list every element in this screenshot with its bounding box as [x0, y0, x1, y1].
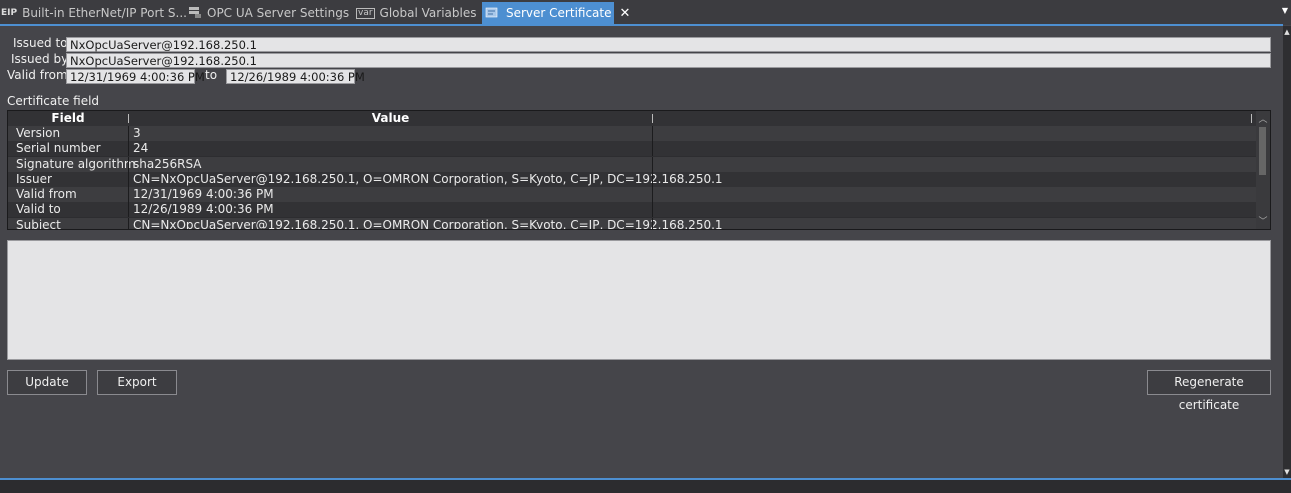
certificate-detail-box[interactable]: [7, 240, 1271, 360]
tab-label: Global Variables: [379, 6, 477, 20]
cell-value: CN=NxOpcUaServer@192.168.250.1, O=OMRON …: [133, 172, 723, 186]
certificate-field-label: Certificate field: [7, 94, 100, 108]
issued-to-label: Issued to: [13, 36, 68, 50]
cell-field: Subject: [16, 218, 61, 230]
tab-underline: [0, 24, 1283, 26]
column-header-field[interactable]: Field: [8, 111, 128, 126]
column-header-value[interactable]: Value: [129, 111, 652, 126]
table-row[interactable]: Version 3: [8, 126, 1256, 141]
grid-scrollbar[interactable]: ︿ ﹀: [1256, 111, 1270, 229]
tab-label: Server Certificate: [506, 6, 612, 20]
table-row[interactable]: Issuer CN=NxOpcUaServer@192.168.250.1, O…: [8, 172, 1256, 187]
cell-field: Version: [16, 126, 61, 140]
scrollbar-thumb[interactable]: [1259, 127, 1266, 175]
cell-field: Serial number: [16, 141, 101, 155]
issued-by-label: Issued by: [11, 52, 69, 66]
regenerate-certificate-button[interactable]: Regenerate certificate: [1147, 370, 1271, 412]
scroll-up-icon[interactable]: ▲: [1283, 28, 1291, 36]
cell-value: CN=NxOpcUaServer@192.168.250.1, O=OMRON …: [133, 218, 723, 230]
export-button[interactable]: Export: [97, 370, 177, 395]
window-scrollbar[interactable]: ▲ ▼: [1283, 26, 1291, 478]
valid-to-field[interactable]: 12/26/1989 4:00:36 PM: [226, 69, 365, 84]
table-row[interactable]: Valid to 12/26/1989 4:00:36 PM: [8, 202, 1256, 217]
tab-overflow-chevron-icon[interactable]: ▼: [1282, 6, 1288, 15]
var-icon: var: [356, 7, 375, 19]
opc-server-icon: [188, 6, 202, 21]
valid-from-field[interactable]: 12/31/1969 4:00:36 PM: [66, 69, 205, 84]
certificate-field-grid[interactable]: Field Value Version 3 Serial number 24 S…: [7, 110, 1271, 230]
issued-by-field[interactable]: NxOpcUaServer@192.168.250.1: [66, 53, 1271, 68]
valid-from-label: Valid from: [7, 68, 68, 82]
table-row[interactable]: Valid from 12/31/1969 4:00:36 PM: [8, 187, 1256, 202]
ethernet-ip-icon: EIP: [1, 8, 18, 18]
scroll-down-icon[interactable]: ▼: [1283, 468, 1291, 476]
tab-global-variables[interactable]: var Global Variables: [356, 2, 476, 24]
cell-field: Signature algorithm: [16, 157, 136, 171]
scroll-up-icon[interactable]: ︿: [1256, 112, 1270, 125]
cell-value: 3: [133, 126, 141, 140]
cell-field: Issuer: [16, 172, 52, 186]
cell-value: sha256RSA: [133, 157, 202, 171]
certificate-icon: [485, 6, 501, 21]
tab-label: OPC UA Server Settings: [207, 6, 350, 20]
tab-label: Built-in EtherNet/IP Port S...: [22, 6, 187, 20]
cell-field: Valid to: [16, 202, 61, 216]
table-row[interactable]: Serial number 24: [8, 141, 1256, 156]
cell-value: 24: [133, 141, 149, 155]
column-separator[interactable]: [652, 114, 653, 123]
close-icon[interactable]: ✕: [620, 6, 631, 21]
cell-field: Valid from: [16, 187, 77, 201]
tab-bar: EIP Built-in EtherNet/IP Port S... OPC U…: [0, 0, 1291, 25]
column-separator[interactable]: [1251, 114, 1252, 123]
to-label: to: [205, 68, 218, 82]
table-row[interactable]: Signature algorithm sha256RSA: [8, 157, 1256, 172]
tab-opc-ua-server-settings[interactable]: OPC UA Server Settings: [188, 2, 349, 24]
issued-to-field[interactable]: NxOpcUaServer@192.168.250.1: [66, 37, 1271, 52]
cell-value: 12/26/1989 4:00:36 PM: [133, 202, 274, 216]
scroll-down-icon[interactable]: ﹀: [1256, 214, 1270, 227]
table-row[interactable]: Subject CN=NxOpcUaServer@192.168.250.1, …: [8, 218, 1256, 230]
cell-value: 12/31/1969 4:00:36 PM: [133, 187, 274, 201]
update-button[interactable]: Update: [7, 370, 87, 395]
grid-header: Field Value: [8, 111, 1256, 127]
tab-server-certificate[interactable]: Server Certificate ✕: [482, 2, 630, 24]
tab-ethernet-ip-port[interactable]: EIP Built-in EtherNet/IP Port S...: [1, 2, 187, 24]
